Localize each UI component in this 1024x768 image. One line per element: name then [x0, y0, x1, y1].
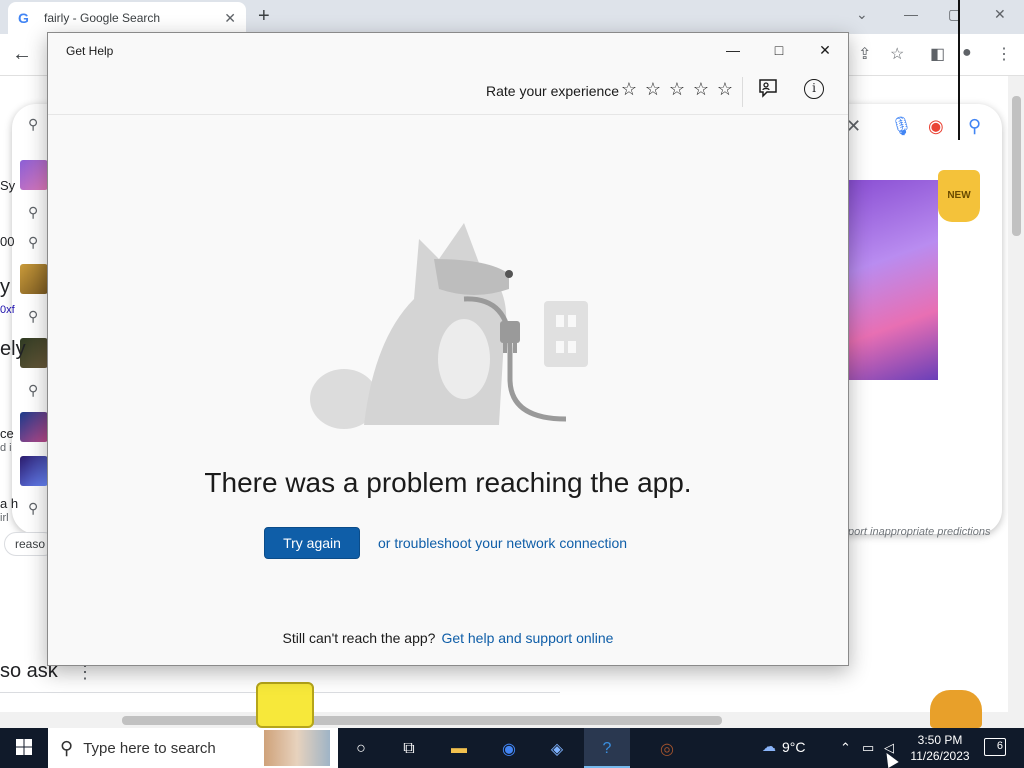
clock-date: 11/26/2023	[910, 749, 970, 763]
suggestion-thumbnail[interactable]	[20, 160, 48, 190]
page-text-fragment: Sy	[0, 178, 16, 193]
search-icon: ⚲	[28, 500, 39, 516]
task-view-icon[interactable]: ⧉	[396, 736, 422, 762]
tab-search-chevron-icon[interactable]: ⌄	[856, 6, 868, 23]
page-text-fragment: y	[0, 276, 10, 298]
troubleshoot-network-link[interactable]: or troubleshoot your network connection	[378, 535, 627, 551]
chrome-icon[interactable]: ◉	[496, 736, 522, 762]
info-icon[interactable]: i	[804, 79, 824, 99]
header-separator	[742, 77, 743, 107]
browser-minimize-icon[interactable]: —	[904, 6, 918, 22]
snail-pet-icon: ◎	[660, 741, 674, 758]
report-predictions-link[interactable]: port inappropriate predictions	[848, 526, 990, 538]
weather-widget[interactable]: ☁ 9°C	[762, 738, 806, 755]
maximize-icon[interactable]: □	[764, 40, 794, 60]
page-text-fragment: irl	[0, 512, 9, 524]
new-tab-icon[interactable]: +	[258, 5, 270, 28]
taskbar-search-box[interactable]: ⚲ Type here to search	[48, 728, 338, 768]
back-arrow-icon[interactable]: ←	[12, 43, 32, 66]
browser-tab[interactable]: G fairly - Google Search ✕	[8, 2, 246, 34]
star-2-icon[interactable]: ☆	[644, 79, 662, 100]
pet-fishing-line	[958, 0, 960, 140]
file-explorer-icon[interactable]: ▬	[446, 736, 472, 762]
taskbar-clock[interactable]: 3:50 PM 11/26/2023	[904, 732, 976, 764]
page-text-fragment: 0xf	[0, 304, 15, 316]
rate-experience-label: Rate your experience	[486, 83, 620, 99]
notification-center-icon[interactable]: 6	[984, 738, 1006, 756]
clock-time: 3:50 PM	[917, 733, 963, 747]
tab-close-icon[interactable]: ✕	[224, 10, 236, 27]
star-3-icon[interactable]: ☆	[668, 79, 686, 100]
horizontal-scrollbar[interactable]	[0, 712, 1024, 728]
app-icon[interactable]: ◈	[544, 736, 570, 762]
minimize-icon[interactable]: —	[718, 40, 748, 60]
bookmark-star-icon[interactable]: ☆	[890, 44, 904, 64]
still-cant-reach-text: Still can't reach the app?	[282, 630, 436, 646]
weather-cloud-icon: ☁	[762, 738, 776, 754]
star-5-icon[interactable]: ☆	[716, 79, 734, 100]
search-submit-icon[interactable]: ⚲	[968, 116, 981, 137]
windows-taskbar: ⚲ Type here to search ○ ⧉ ▬ ◉ ◈ ? ◎ ☁ 9°…	[0, 728, 1024, 768]
taskbar-search-placeholder: Type here to search	[83, 739, 216, 757]
search-icon: ⚲	[28, 382, 39, 398]
rating-stars: ☆ ☆ ☆ ☆ ☆	[620, 79, 734, 100]
get-help-icon[interactable]: ?	[594, 736, 620, 762]
search-icon: ⚲	[28, 234, 39, 250]
page-text-fragment: a h	[0, 496, 19, 511]
lens-search-icon[interactable]: ◉	[928, 116, 944, 137]
network-icon[interactable]: ▭	[862, 740, 874, 756]
google-favicon-icon: G	[18, 10, 29, 26]
try-again-button[interactable]: Try again	[264, 527, 360, 559]
browser-tabstrip: G fairly - Google Search ✕ + ⌄ — ▢ ✕	[0, 0, 1024, 34]
suggestion-thumbnail[interactable]	[20, 412, 48, 442]
pineapple-pet-icon	[930, 690, 982, 728]
suggestion-thumbnail[interactable]	[20, 456, 48, 486]
tab-title: fairly - Google Search	[44, 11, 161, 25]
search-icon: ⚲	[28, 116, 39, 132]
search-icon: ⚲	[28, 308, 39, 324]
vertical-scrollbar[interactable]	[1008, 76, 1024, 712]
search-icon: ⚲	[28, 204, 39, 220]
error-heading: There was a problem reaching the app.	[204, 467, 692, 498]
voice-search-icon[interactable]: 🎙	[890, 116, 913, 137]
profile-avatar-icon[interactable]: ●	[962, 44, 972, 62]
close-icon[interactable]: ✕	[810, 40, 840, 60]
search-highlight-image[interactable]	[264, 730, 330, 766]
window-title: Get Help	[66, 44, 114, 58]
cortana-icon[interactable]: ○	[348, 736, 374, 762]
show-hidden-icons-icon[interactable]: ⌃	[840, 740, 851, 756]
search-icon: ⚲	[60, 737, 74, 758]
dog-unplugged-illustration	[310, 223, 588, 429]
star-1-icon[interactable]: ☆	[620, 79, 638, 100]
page-text-fragment: d i	[0, 442, 12, 454]
horizontal-scroll-thumb[interactable]	[122, 716, 722, 725]
support-row: Still can't reach the app? Get help and s…	[48, 630, 848, 646]
vertical-scroll-thumb[interactable]	[1012, 96, 1021, 236]
get-help-online-link[interactable]: Get help and support online	[441, 630, 613, 646]
star-4-icon[interactable]: ☆	[692, 79, 710, 100]
browser-close-icon[interactable]: ✕	[994, 6, 1006, 23]
side-panel-icon[interactable]: ◧	[930, 44, 945, 64]
page-text-fragment: ely	[0, 338, 26, 360]
windows-start-icon[interactable]	[8, 736, 40, 760]
fairly-odd-parents-image[interactable]	[848, 180, 938, 380]
page-text-fragment: 00	[0, 234, 15, 249]
weather-temp: 9°C	[782, 738, 806, 755]
share-icon[interactable]: ⇪	[858, 44, 871, 64]
spongebob-pet-icon	[256, 682, 314, 728]
browser-menu-icon[interactable]: ⋮	[996, 44, 1012, 64]
get-help-window: Get Help — □ ✕ Rate your experience ☆ ☆ …	[47, 32, 849, 666]
page-text-fragment: ce	[0, 426, 14, 441]
feedback-icon[interactable]	[756, 77, 780, 101]
get-help-header: Rate your experience ☆ ☆ ☆ ☆ ☆ i	[48, 69, 848, 115]
suggestion-thumbnail[interactable]	[20, 264, 48, 294]
pet-new-bag-icon: NEW	[938, 170, 980, 222]
